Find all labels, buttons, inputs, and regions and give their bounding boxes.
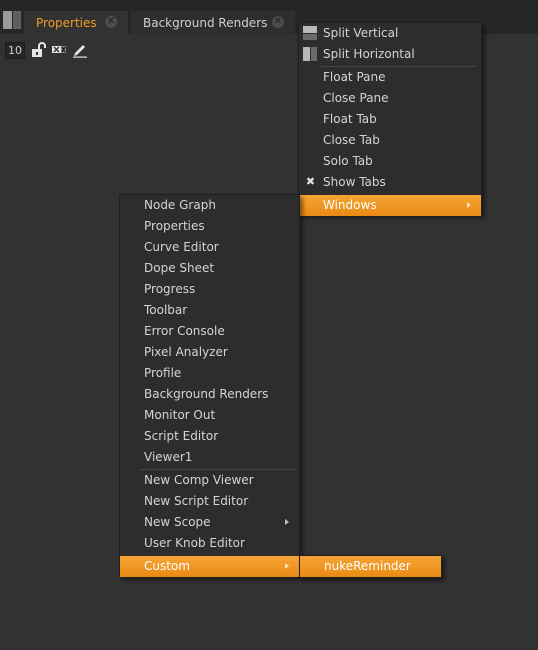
menu-item-progress[interactable]: Progress [120,279,299,300]
windows-submenu: Node Graph Properties Curve Editor Dope … [119,194,300,577]
menu-item-float-tab[interactable]: Float Tab [299,109,481,130]
submenu-arrow-icon [285,519,289,525]
menu-item-windows[interactable]: Windows [299,195,481,216]
pane-menu-button[interactable] [3,11,21,29]
menu-item-profile[interactable]: Profile [120,363,299,384]
pane-context-menu: Split Vertical Split Horizontal Float Pa… [298,22,482,216]
menu-item-new-scope[interactable]: New Scope [120,512,299,533]
menu-item-nukereminder[interactable]: nukeReminder [300,556,441,577]
menu-item-show-tabs[interactable]: ✖ Show Tabs [299,172,481,193]
menu-item-close-tab[interactable]: Close Tab [299,130,481,151]
menu-item-error-console[interactable]: Error Console [120,321,299,342]
menu-item-pixel-analyzer[interactable]: Pixel Analyzer [120,342,299,363]
menu-item-properties[interactable]: Properties [120,216,299,237]
submenu-arrow-icon [285,563,289,569]
pane-menu-icon [3,11,12,29]
custom-submenu: nukeReminder [299,555,442,578]
menu-item-script-editor[interactable]: Script Editor [120,426,299,447]
menu-item-monitor-out[interactable]: Monitor Out [120,405,299,426]
menu-item-dope-sheet[interactable]: Dope Sheet [120,258,299,279]
menu-item-new-comp-viewer[interactable]: New Comp Viewer [120,470,299,491]
lock-icon[interactable] [30,42,46,58]
menu-item-close-pane[interactable]: Close Pane [299,88,481,109]
menu-item-split-horizontal[interactable]: Split Horizontal [299,44,481,65]
menu-item-user-knob-editor[interactable]: User Knob Editor [120,533,299,554]
split-horizontal-icon [303,47,317,61]
menu-item-split-vertical[interactable]: Split Vertical [299,23,481,44]
close-icon[interactable]: ✕ [105,16,117,28]
menu-item-custom[interactable]: Custom [120,556,299,577]
max-panels-field[interactable]: 10 [5,42,25,59]
close-icon[interactable]: ✕ [272,16,284,28]
split-vertical-icon [303,26,317,40]
clear-panels-icon[interactable] [51,42,67,58]
tab-label: Background Renders [143,16,268,30]
menu-item-float-pane[interactable]: Float Pane [299,67,481,88]
menu-item-curve-editor[interactable]: Curve Editor [120,237,299,258]
menu-item-viewer1[interactable]: Viewer1 [120,447,299,468]
tab-properties[interactable]: Properties ✕ [24,11,128,34]
menu-item-new-script-editor[interactable]: New Script Editor [120,491,299,512]
menu-item-toolbar[interactable]: Toolbar [120,300,299,321]
edit-pencil-icon[interactable] [72,42,88,58]
menu-item-node-graph[interactable]: Node Graph [120,195,299,216]
menu-item-background-renders[interactable]: Background Renders [120,384,299,405]
menu-item-solo-tab[interactable]: Solo Tab [299,151,481,172]
tab-background-renders[interactable]: Background Renders ✕ [131,11,295,34]
check-icon: ✖ [305,175,316,188]
tab-label: Properties [36,16,97,30]
submenu-arrow-icon [467,202,471,208]
